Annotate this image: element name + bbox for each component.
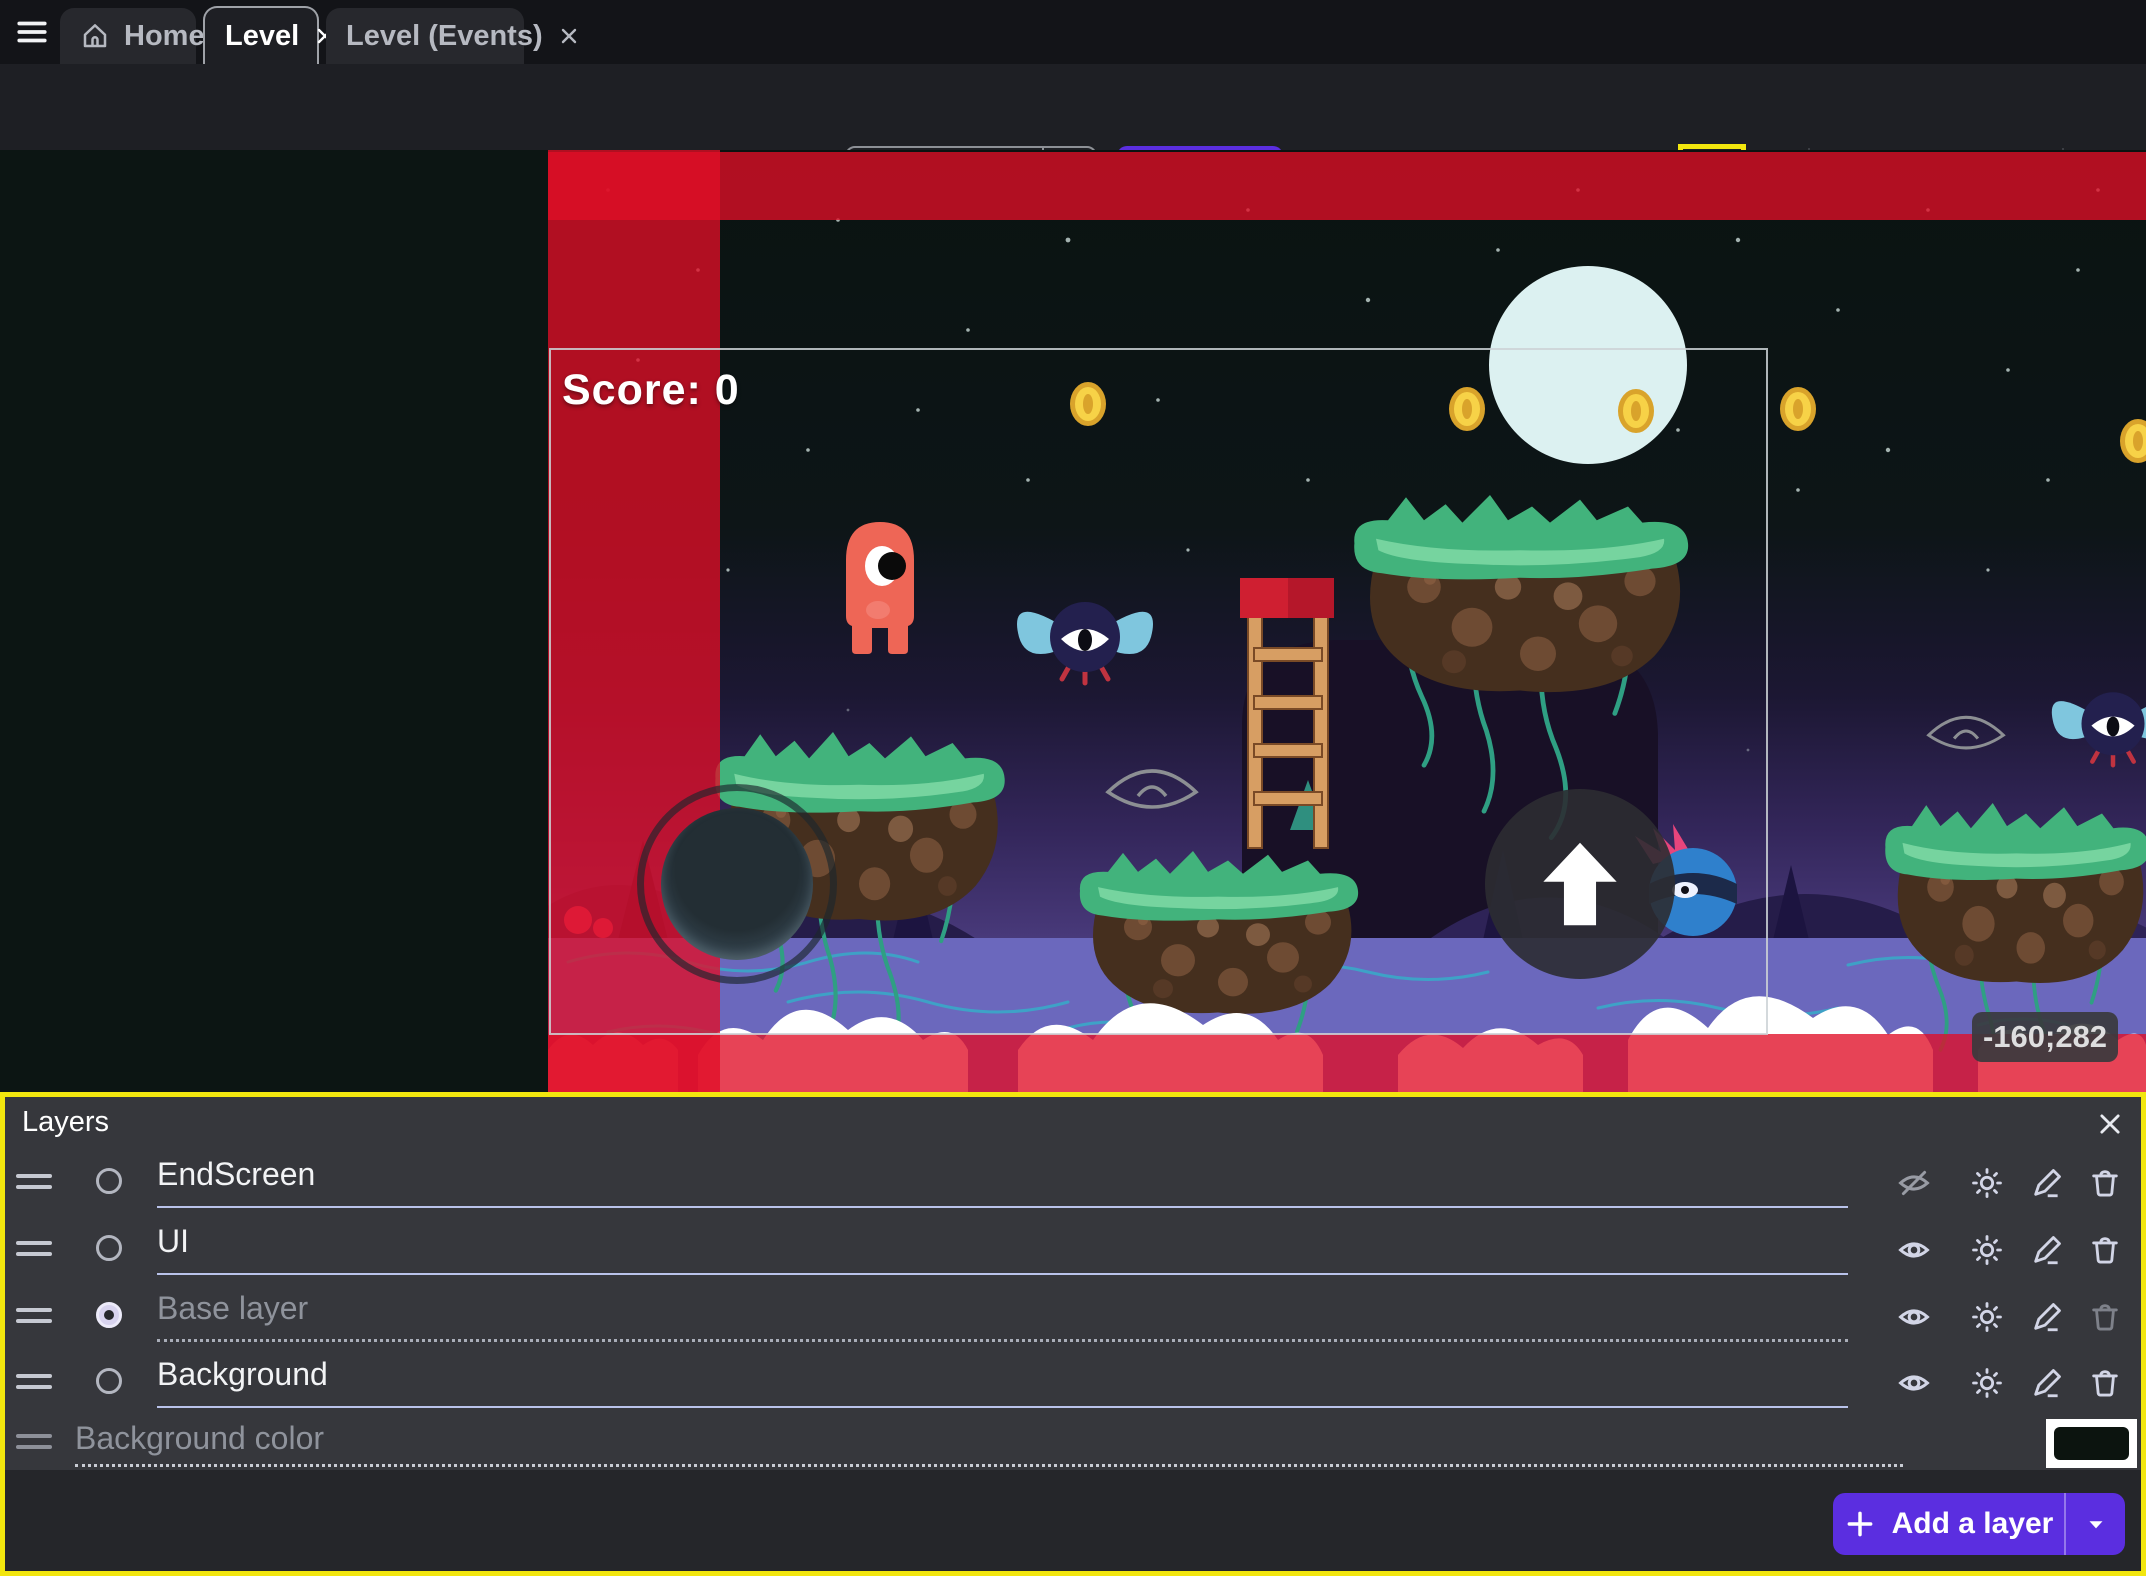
- tab-level-label: Level: [225, 20, 299, 53]
- edit-pencil-icon[interactable]: [2030, 1300, 2064, 1334]
- effects-sun-icon[interactable]: [1970, 1233, 2004, 1267]
- layer-name-field[interactable]: UI: [157, 1223, 1848, 1275]
- effects-sun-icon[interactable]: [1970, 1166, 2004, 1200]
- drag-handle-icon: [16, 1434, 52, 1450]
- background-color-label: Background color: [75, 1420, 324, 1457]
- drag-handle-icon[interactable]: [16, 1374, 52, 1390]
- home-icon: [80, 21, 110, 51]
- cursor-coordinates-badge: -160;282: [1972, 1012, 2118, 1062]
- layer-row-background: Background: [0, 1352, 2146, 1414]
- edit-pencil-icon[interactable]: [2030, 1233, 2064, 1267]
- scene-editor-canvas[interactable]: Score: 0 -160;282: [0, 150, 2146, 1092]
- background-color-underline: [75, 1464, 1903, 1467]
- tab-level-events-label: Level (Events): [346, 20, 543, 53]
- tab-bar: Home Level Level (Events): [0, 0, 2146, 64]
- visibility-eye-icon[interactable]: [1897, 1233, 1931, 1267]
- hazard-zone-top[interactable]: [548, 152, 2146, 220]
- visibility-eye-off-icon[interactable]: [1897, 1166, 1931, 1200]
- background-color-swatch[interactable]: [2046, 1419, 2137, 1468]
- layer-row-ui: UI: [0, 1219, 2146, 1281]
- main-menu-icon[interactable]: [14, 15, 50, 49]
- layer-select-radio[interactable]: [96, 1235, 122, 1261]
- moon[interactable]: [1489, 266, 1687, 464]
- add-layer-button[interactable]: Add a layer: [1833, 1493, 2125, 1555]
- add-layer-main[interactable]: Add a layer: [1833, 1493, 2066, 1555]
- effects-sun-icon[interactable]: [1970, 1300, 2004, 1334]
- chevron-down-icon: [2083, 1511, 2109, 1537]
- add-layer-dropdown[interactable]: [2066, 1493, 2125, 1555]
- tab-home[interactable]: Home: [60, 8, 196, 64]
- score-text[interactable]: Score: 0: [562, 366, 740, 415]
- delete-trash-icon[interactable]: [2088, 1233, 2122, 1267]
- layer-row-base-layer: Base layer: [0, 1286, 2146, 1348]
- edit-pencil-icon[interactable]: [2030, 1366, 2064, 1400]
- visibility-eye-icon[interactable]: [1897, 1300, 1931, 1334]
- layer-name-field[interactable]: Base layer: [157, 1290, 1848, 1342]
- drag-handle-icon[interactable]: [16, 1174, 52, 1190]
- virtual-joystick-knob[interactable]: [661, 808, 813, 960]
- edit-pencil-icon[interactable]: [2030, 1166, 2064, 1200]
- layer-select-radio[interactable]: [96, 1168, 122, 1194]
- delete-trash-icon-disabled: [2088, 1300, 2122, 1334]
- arrow-up-icon: [1525, 829, 1635, 939]
- effects-sun-icon[interactable]: [1970, 1366, 2004, 1400]
- layer-row-endscreen: EndScreen: [0, 1152, 2146, 1214]
- tab-home-label: Home: [124, 20, 205, 53]
- drag-handle-icon[interactable]: [16, 1308, 52, 1324]
- hazard-zone-bottom[interactable]: [548, 1034, 2146, 1092]
- delete-trash-icon[interactable]: [2088, 1166, 2122, 1200]
- visibility-eye-icon[interactable]: [1897, 1366, 1931, 1400]
- layer-name-field[interactable]: EndScreen: [157, 1156, 1848, 1208]
- scene-toolbar: Preview Publish: [0, 64, 2146, 150]
- plus-icon: [1844, 1508, 1876, 1540]
- add-layer-label: Add a layer: [1892, 1507, 2054, 1541]
- background-color-row: Background color: [0, 1418, 2146, 1468]
- layers-panel: Layers EndScreen UI: [0, 1092, 2146, 1576]
- gdevelop-editor-window: Home Level Level (Events): [0, 0, 2146, 1576]
- layer-select-radio[interactable]: [96, 1368, 122, 1394]
- layer-select-radio-checked[interactable]: [96, 1302, 122, 1328]
- layers-panel-title: Layers: [22, 1106, 109, 1139]
- delete-trash-icon[interactable]: [2088, 1366, 2122, 1400]
- jump-button[interactable]: [1485, 789, 1675, 979]
- close-tab-icon[interactable]: [557, 24, 581, 48]
- panel-bottom-bar: [5, 1470, 2141, 1571]
- close-panel-icon[interactable]: [2096, 1110, 2124, 1138]
- tab-level-events[interactable]: Level (Events): [326, 8, 524, 64]
- tab-level[interactable]: Level: [203, 6, 319, 64]
- layer-name-field[interactable]: Background: [157, 1356, 1848, 1408]
- drag-handle-icon[interactable]: [16, 1241, 52, 1257]
